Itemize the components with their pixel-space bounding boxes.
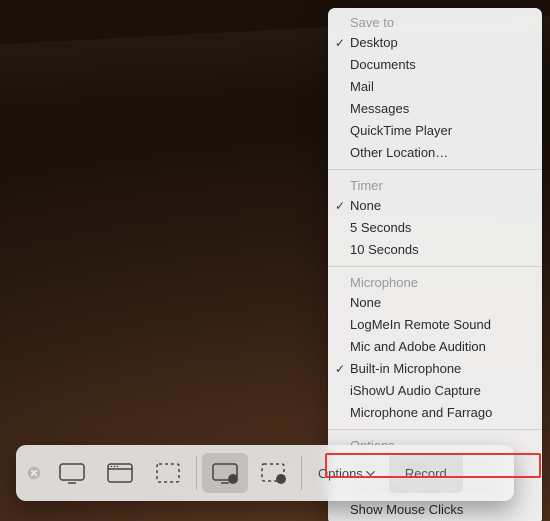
record-screen-icon bbox=[210, 461, 240, 485]
menu-item[interactable]: Messages bbox=[328, 98, 542, 120]
menu-item[interactable]: Built-in Microphone bbox=[328, 358, 542, 380]
menu-item-label: None bbox=[350, 198, 381, 213]
record-selected-portion-button[interactable] bbox=[250, 453, 296, 493]
menu-item[interactable]: Microphone and Farrago bbox=[328, 402, 542, 424]
menu-item[interactable]: 5 Seconds bbox=[328, 217, 542, 239]
menu-item-label: Microphone and Farrago bbox=[350, 405, 492, 420]
close-button[interactable] bbox=[26, 465, 42, 481]
menu-item[interactable]: Mic and Adobe Audition bbox=[328, 336, 542, 358]
menu-item[interactable]: Other Location… bbox=[328, 142, 542, 164]
menu-item-label: QuickTime Player bbox=[350, 123, 452, 138]
menu-item-label: Mic and Adobe Audition bbox=[350, 339, 486, 354]
record-entire-screen-button[interactable] bbox=[202, 453, 248, 493]
menu-item[interactable]: iShowU Audio Capture bbox=[328, 380, 542, 402]
menu-group-header: Save to bbox=[328, 12, 542, 32]
menu-item-label: Desktop bbox=[350, 35, 398, 50]
selection-icon bbox=[153, 461, 183, 485]
window-icon bbox=[105, 461, 135, 485]
menu-item-label: iShowU Audio Capture bbox=[350, 383, 481, 398]
menu-group-header: Microphone bbox=[328, 272, 542, 292]
toolbar-separator bbox=[196, 456, 197, 490]
record-selection-icon bbox=[258, 461, 288, 485]
toolbar-separator bbox=[301, 456, 302, 490]
menu-item[interactable]: Documents bbox=[328, 54, 542, 76]
close-icon bbox=[27, 466, 41, 480]
screenshot-toolbar: Options Record bbox=[16, 445, 514, 501]
menu-item[interactable]: QuickTime Player bbox=[328, 120, 542, 142]
menu-item[interactable]: Desktop bbox=[328, 32, 542, 54]
capture-entire-screen-button[interactable] bbox=[49, 453, 95, 493]
capture-selected-window-button[interactable] bbox=[97, 453, 143, 493]
menu-item[interactable]: 10 Seconds bbox=[328, 239, 542, 261]
menu-item[interactable]: LogMeIn Remote Sound bbox=[328, 314, 542, 336]
menu-group-header: Timer bbox=[328, 175, 542, 195]
options-button[interactable]: Options bbox=[306, 453, 387, 493]
menu-item[interactable]: None bbox=[328, 195, 542, 217]
record-button[interactable]: Record bbox=[389, 453, 463, 493]
menu-item-label: Messages bbox=[350, 101, 409, 116]
menu-item-label: 10 Seconds bbox=[350, 242, 419, 257]
menu-item-label: Mail bbox=[350, 79, 374, 94]
options-button-label: Options bbox=[318, 466, 363, 481]
menu-item[interactable]: Show Mouse Clicks bbox=[328, 499, 542, 521]
record-button-label: Record bbox=[405, 466, 447, 481]
menu-item-label: LogMeIn Remote Sound bbox=[350, 317, 491, 332]
screen-icon bbox=[57, 461, 87, 485]
menu-item-label: None bbox=[350, 295, 381, 310]
capture-selected-portion-button[interactable] bbox=[145, 453, 191, 493]
menu-item-label: Built-in Microphone bbox=[350, 361, 461, 376]
menu-item[interactable]: None bbox=[328, 292, 542, 314]
menu-item-label: 5 Seconds bbox=[350, 220, 411, 235]
menu-item[interactable]: Mail bbox=[328, 76, 542, 98]
menu-item-label: Other Location… bbox=[350, 145, 448, 160]
menu-item-label: Documents bbox=[350, 57, 416, 72]
menu-item-label: Show Mouse Clicks bbox=[350, 502, 463, 517]
chevron-down-icon bbox=[366, 469, 375, 478]
